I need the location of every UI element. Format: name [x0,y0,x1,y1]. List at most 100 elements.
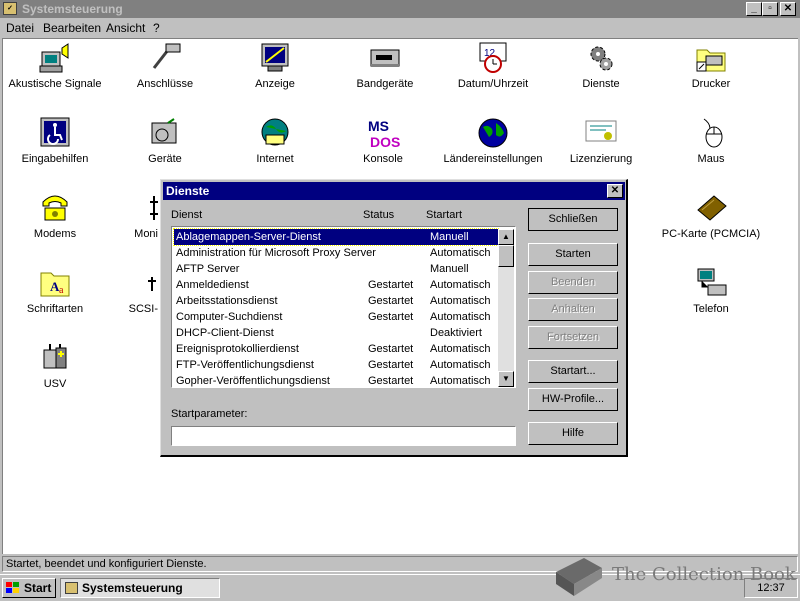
service-name-cell: FTP-Veröffentlichungsdienst [176,359,314,371]
service-status-cell: Gestartet [368,311,414,323]
item-modems[interactable]: Modems [0,192,110,240]
startup-parameters-input[interactable] [171,426,516,446]
startup-parameters-label: Startparameter: [171,408,248,420]
menubar: Datei Bearbeiten Ansicht ? [0,18,800,38]
item-telefon[interactable]: Telefon [656,267,766,315]
stop-service-button[interactable]: Beenden [528,271,618,294]
services-dialog: Dienste ✕ Dienst Status Startart Ablagem… [160,179,628,457]
service-row[interactable]: AFTP Server Manuell [174,261,498,277]
certificate-icon [584,117,618,149]
service-startup-cell: Manuell [430,231,469,243]
item-bandgeraete[interactable]: Bandgeräte [330,42,440,90]
dialog-titlebar[interactable]: Dienste ✕ [163,182,625,200]
taskbar-item-label: Systemsteuerung [82,581,183,595]
item-schriftarten[interactable]: Aa Schriftarten [0,267,110,315]
calendar-clock-icon: 12 [476,42,510,74]
item-geraete[interactable]: Geräte [110,117,220,165]
service-row[interactable]: Administration für Microsoft Proxy Serve… [174,245,498,261]
port-icon [148,42,182,74]
start-service-button[interactable]: Starten [528,243,618,266]
item-lizenzierung[interactable]: Lizenzierung [546,117,656,165]
list-scrollbar[interactable]: ▲ ▼ [498,229,514,387]
item-datum-uhrzeit[interactable]: 12 Datum/Uhrzeit [438,42,548,90]
minimize-button[interactable]: _ [746,2,762,16]
item-konsole[interactable]: MS DOS Konsole [328,117,438,165]
item-dienste[interactable]: Dienste [546,42,656,90]
devices-icon [148,117,182,149]
fonts-folder-icon: Aa [38,267,72,299]
maximize-button[interactable]: ▫ [762,2,778,16]
item-internet[interactable]: Internet [220,117,330,165]
item-anschluesse[interactable]: Anschlüsse [110,42,220,90]
monitor-icon [130,192,158,224]
service-startup-cell: Automatisch [430,359,491,371]
item-usv[interactable]: USV [0,342,110,390]
item-pc-karte[interactable]: PC-Karte (PCMCIA) [656,192,766,240]
service-startup-cell: Manuell [430,263,469,275]
service-name-cell: DHCP-Client-Dienst [176,327,274,339]
service-row[interactable]: Gopher-Veröffentlichungsdienst Gestartet A… [174,373,498,389]
window-titlebar[interactable]: ✓ Systemsteuerung _ ▫ ✕ [0,0,800,18]
column-header-status: Status [363,209,395,221]
help-button[interactable]: Hilfe [528,422,618,445]
service-name-cell: Administration für Microsoft Proxy Serve… [176,247,376,259]
service-name-cell: Ereignisprotokollierdienst [176,343,299,355]
service-row[interactable]: Computer-Suchdienst Gestartet Automatisch [174,309,498,325]
scroll-thumb[interactable] [498,245,514,267]
close-button[interactable]: ✕ [780,2,796,16]
column-header-service: Dienst [171,209,203,221]
item-eingabehilfen[interactable]: Eingabehilfen [0,117,110,165]
taskbar-item-control-panel[interactable]: Systemsteuerung [60,578,220,598]
start-label: Start [24,581,52,595]
start-button[interactable]: Start [2,578,56,598]
scroll-up-button[interactable]: ▲ [498,229,514,245]
service-row[interactable]: FTP-Veröffentlichungsdienst Gestartet Auto… [174,357,498,373]
service-startup-cell: Automatisch [430,295,491,307]
service-status-cell: Gestartet [368,375,414,387]
service-name-cell: Ablagemappen-Server-Dienst [176,231,321,243]
service-row[interactable]: Ereignisprotokollierdienst Gestartet Autom… [174,341,498,357]
item-drucker[interactable]: Drucker [656,42,766,90]
speaker-icon [38,42,72,74]
pc-card-icon [694,192,728,224]
service-status-cell: Gestartet [368,295,414,307]
item-monitor[interactable]: Moni [110,192,158,240]
item-akustische-signale[interactable]: Akustische Signale [0,42,110,90]
menu-file[interactable]: Datei [6,21,34,35]
item-maus[interactable]: Maus [656,117,766,165]
service-row[interactable]: Arbeitsstationsdienst Gestartet Automatisc… [174,293,498,309]
service-row[interactable]: Anmeldedienst Gestartet Automatisch [174,277,498,293]
pause-service-button[interactable]: Anhalten [528,298,618,321]
hw-profiles-button[interactable]: HW-Profile... [528,388,618,411]
service-startup-cell: Automatisch [430,247,491,259]
service-row[interactable]: DHCP-Client-Dienst Deaktiviert [174,325,498,341]
startup-type-button[interactable]: Startart... [528,360,618,383]
dialog-close-button[interactable]: ✕ [607,184,623,198]
menu-view[interactable]: Ansicht [106,21,145,35]
continue-service-button[interactable]: Fortsetzen [528,326,618,349]
item-scsi[interactable]: SCSI- [110,267,158,315]
service-name-cell: Anmeldedienst [176,279,249,291]
display-icon [258,42,292,74]
svg-text:MS: MS [368,118,389,134]
mouse-icon [694,117,728,149]
service-name-cell: Arbeitsstationsdienst [176,295,278,307]
scroll-down-button[interactable]: ▼ [498,371,514,387]
service-name-cell: AFTP Server [176,263,240,275]
close-dialog-button[interactable]: Schließen [528,208,618,231]
service-status-cell: Gestartet [368,359,414,371]
windows-logo-icon [6,582,20,594]
menu-edit[interactable]: Bearbeiten [43,21,101,35]
service-startup-cell: Automatisch [430,311,491,323]
scsi-icon [130,267,158,299]
service-startup-cell: Automatisch [430,279,491,291]
column-header-startup: Startart [426,209,463,221]
service-row[interactable]: Ablagemappen-Server-Dienst Manuell [173,228,499,246]
menu-help[interactable]: ? [153,21,160,35]
window-title: Systemsteuerung [22,2,123,16]
telephony-icon [694,267,728,299]
services-list[interactable]: Ablagemappen-Server-Dienst Manuell Adminis… [171,226,516,388]
item-laendereinstellungen[interactable]: Ländereinstellungen [438,117,548,165]
accessibility-icon [38,117,72,149]
item-anzeige[interactable]: Anzeige [220,42,330,90]
